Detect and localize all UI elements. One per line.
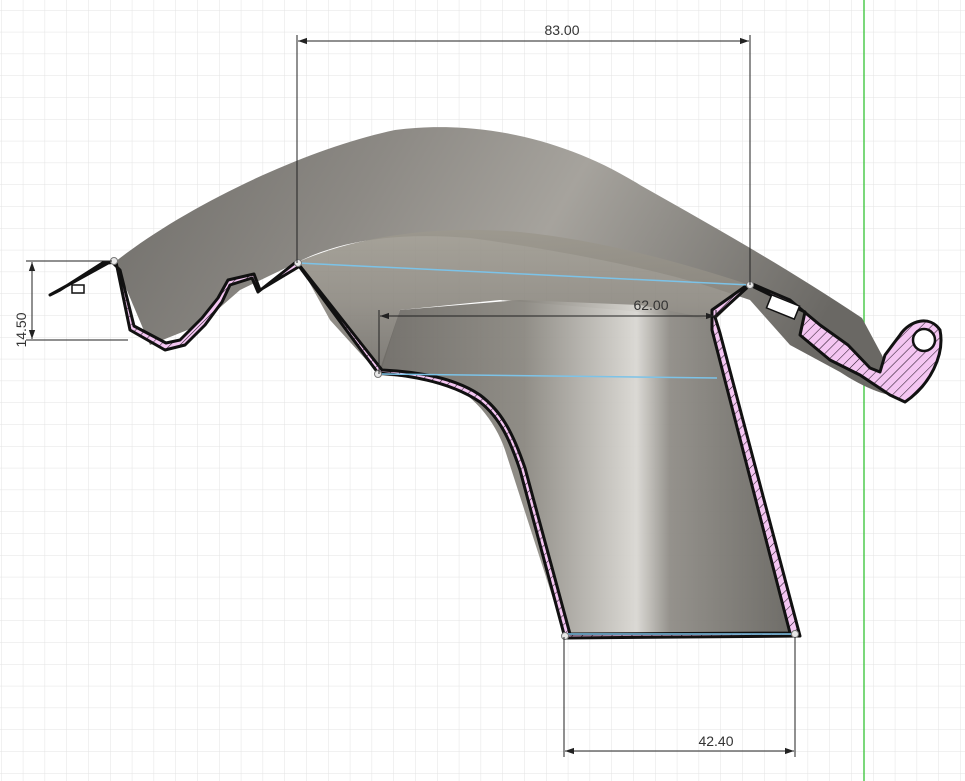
- dimension-label-left: 14.50: [13, 312, 29, 347]
- sketch-point[interactable]: [791, 630, 799, 638]
- sketch-point[interactable]: [294, 259, 302, 267]
- left-clip-slot: [71, 284, 85, 294]
- cad-canvas[interactable]: 83.00 62.00 42.40 14.50: [0, 0, 965, 781]
- sketch-point[interactable]: [561, 632, 569, 640]
- dimension-label-bottom: 42.40: [698, 733, 733, 749]
- clip-hole[interactable]: [911, 327, 937, 353]
- sketch-point[interactable]: [374, 370, 382, 378]
- dimension-label-overall: 83.00: [544, 22, 579, 38]
- dimension-label-mid: 62.00: [633, 297, 668, 313]
- cad-viewport[interactable]: 83.00 62.00 42.40 14.50: [0, 0, 965, 781]
